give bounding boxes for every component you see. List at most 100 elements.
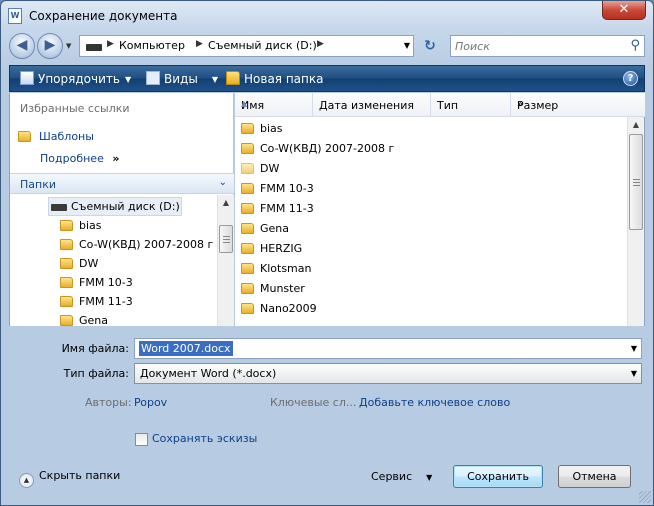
recent-pages-dropdown[interactable]: ▼: [66, 42, 71, 50]
chevron-down-icon[interactable]: ▼: [631, 369, 637, 378]
folder-icon: [60, 258, 73, 269]
organize-button[interactable]: Упорядочить ▼: [20, 71, 131, 86]
save-button[interactable]: Сохранить: [453, 465, 543, 488]
search-icon[interactable]: ⚲: [630, 38, 640, 53]
filename-value[interactable]: Word 2007.docx: [139, 341, 233, 356]
column-header-date[interactable]: Дата изменения: [313, 93, 431, 117]
views-label: Виды: [164, 72, 198, 86]
organize-icon: [20, 71, 34, 85]
folder-icon: [241, 283, 254, 294]
drive-icon: [86, 44, 102, 51]
new-folder-icon: [226, 71, 240, 85]
favorite-link-label[interactable]: Шаблоны: [39, 130, 94, 143]
breadcrumb-removable-disk[interactable]: Съемный диск (D:): [208, 39, 317, 52]
title-bar[interactable]: W Сохранение документа ✕: [1, 1, 653, 31]
chevron-down-icon: ▼: [124, 75, 132, 84]
save-thumbnails-checkbox[interactable]: [135, 433, 148, 446]
file-list-scrollbar[interactable]: ▲: [627, 117, 644, 326]
cancel-button[interactable]: Отмена: [558, 465, 631, 488]
column-header-name[interactable]: Имя ▲: [235, 93, 313, 117]
chevron-down-icon[interactable]: ⌄: [219, 177, 227, 188]
organize-label: Упорядочить: [38, 72, 120, 86]
tree-item-label: Co-W(КВД) 2007-2008 г: [79, 238, 214, 251]
column-header-label: Тип: [437, 99, 459, 112]
tools-button[interactable]: Сервис ▼: [371, 470, 432, 483]
refresh-icon[interactable]: ↻: [421, 37, 439, 55]
grip-line: [223, 242, 230, 243]
hide-folders-label: Скрыть папки: [39, 469, 121, 482]
grip-line: [633, 185, 640, 186]
folder-icon: [60, 220, 73, 231]
tree-item-label: bias: [79, 219, 102, 232]
tree-item-label: FMM 10-3: [79, 276, 133, 289]
folder-icon: [18, 131, 31, 142]
window-title: Сохранение документа: [29, 9, 178, 23]
filename-field[interactable]: Word 2007.docx ▼: [134, 338, 642, 359]
tree-item-removable-disk[interactable]: Съемный диск (D:): [48, 197, 182, 216]
scroll-up-icon[interactable]: ▲: [628, 117, 644, 133]
close-button[interactable]: ✕: [602, 1, 646, 20]
chevron-down-icon[interactable]: ▼: [631, 344, 637, 353]
column-header-type[interactable]: Тип: [431, 93, 511, 117]
forward-button[interactable]: ▶: [37, 33, 63, 59]
chevron-down-icon[interactable]: ▼: [404, 41, 410, 50]
save-thumbnails-label[interactable]: Сохранять эскизы: [152, 432, 257, 445]
favorites-header: Избранные ссылки: [20, 102, 130, 115]
new-folder-label: Новая папка: [244, 72, 324, 86]
list-item-label: bias: [260, 122, 283, 135]
address-bar[interactable]: ▶ Компьютер ▶ Съемный диск (D:) ▶ ▼: [79, 35, 414, 57]
folder-icon: [241, 183, 254, 194]
new-folder-button[interactable]: Новая папка: [226, 71, 323, 86]
authors-label: Авторы:: [85, 396, 132, 409]
chevron-right-icon[interactable]: ▶: [196, 39, 203, 49]
views-button[interactable]: Виды ▼: [146, 71, 218, 86]
list-item-label: FMM 11-3: [260, 202, 314, 215]
list-item-label: Gena: [260, 222, 290, 235]
resize-grip[interactable]: [639, 491, 651, 503]
more-columns-icon[interactable]: »: [517, 99, 623, 110]
scrollbar-thumb[interactable]: [629, 134, 643, 230]
more-link-label[interactable]: Подробнее: [40, 152, 104, 165]
double-chevron-icon: »: [112, 152, 120, 165]
breadcrumb-computer[interactable]: Компьютер: [119, 39, 185, 52]
scroll-up-icon[interactable]: ▲: [218, 195, 234, 211]
keywords-value[interactable]: Добавьте ключевое слово: [359, 396, 510, 409]
chevron-right-icon[interactable]: ▶: [107, 39, 114, 49]
grip-line: [633, 179, 640, 180]
filename-label: Имя файла:: [61, 342, 129, 355]
chevron-down-icon: ▼: [211, 75, 218, 84]
help-button[interactable]: ?: [623, 71, 638, 86]
folder-icon: [241, 123, 254, 134]
grip-line: [633, 182, 640, 183]
keywords-label: Ключевые сл...: [270, 396, 357, 409]
folder-icon: [60, 296, 73, 307]
filetype-select[interactable]: Документ Word (*.docx) ▼: [134, 363, 642, 384]
folders-scrollbar[interactable]: ▲: [217, 195, 234, 326]
views-icon: [146, 71, 160, 85]
authors-value[interactable]: Popov: [134, 396, 167, 409]
folder-icon: [241, 143, 254, 154]
folder-icon: [241, 243, 254, 254]
folder-icon: [60, 239, 73, 250]
column-header-label: Дата изменения: [319, 99, 414, 112]
command-toolbar: Упорядочить ▼ Виды ▼ Новая папка ?: [9, 65, 645, 92]
save-form: Имя файла: Word 2007.docx ▼ Тип файла: Д…: [9, 326, 645, 488]
sort-ascending-icon: ▲: [241, 99, 248, 108]
search-input[interactable]: [455, 38, 615, 54]
folders-header[interactable]: Папки ⌄: [10, 173, 234, 194]
scrollbar-thumb[interactable]: [219, 225, 233, 253]
list-item-label: Nano2009: [260, 302, 317, 315]
column-header-size[interactable]: Размер »: [511, 93, 645, 117]
tree-item-label: FMM 11-3: [79, 295, 133, 308]
list-item-label: Co-W(КВД) 2007-2008 г: [260, 142, 395, 155]
folder-icon: [241, 163, 254, 174]
chevron-right-icon[interactable]: ▶: [317, 39, 324, 49]
more-link[interactable]: Подробнее »: [40, 152, 119, 165]
hide-folders-button[interactable]: ▲ Скрыть папки: [19, 469, 120, 488]
back-button[interactable]: ◀: [9, 33, 35, 59]
arrow-right-icon: ▶: [44, 37, 56, 53]
navigation-pane: Избранные ссылки Шаблоны Подробнее » Пап…: [9, 93, 234, 327]
drive-icon: [51, 204, 67, 211]
search-box[interactable]: ⚲: [450, 35, 645, 57]
list-item-label: FMM 10-3: [260, 182, 314, 195]
